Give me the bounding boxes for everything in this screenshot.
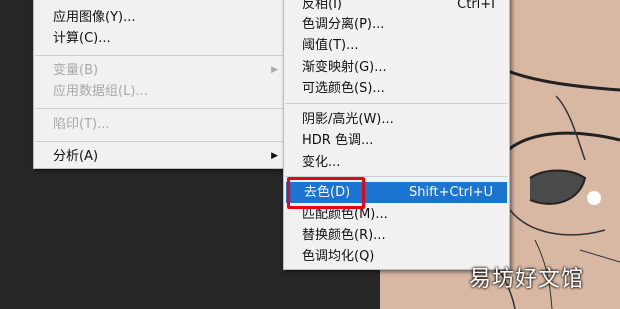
menu-item-shortcut: Shift+Ctrl+U: [409, 185, 493, 200]
menu-item-label: 计算(C)...: [53, 31, 111, 46]
menu-item-invert[interactable]: 反相(I) Ctrl+I: [284, 0, 509, 15]
menu-item-label: 渐变映射(G)...: [302, 60, 387, 75]
menu-item-label: 应用图像(Y)...: [53, 10, 136, 25]
submenu-arrow-icon: ▶: [271, 65, 278, 75]
menu-item-label: 色调均化(Q): [302, 249, 375, 264]
menu-item-label: 变化...: [302, 155, 341, 170]
menu-item-threshold[interactable]: 阈值(T)...: [284, 35, 509, 56]
menu-separator: [35, 141, 283, 142]
annotation-highlight-box: [287, 177, 365, 209]
submenu-arrow-icon: ▶: [271, 151, 278, 161]
menu-item-selective-color[interactable]: 可选颜色(S)...: [284, 78, 509, 99]
menu-item-label: 可选颜色(S)...: [302, 81, 385, 96]
menu-item-posterize[interactable]: 色调分离(P)...: [284, 14, 509, 35]
menu-item-label: 应用数据组(L)...: [53, 84, 148, 99]
menu-item-variations[interactable]: 变化...: [284, 152, 509, 173]
menu-separator: [35, 55, 283, 56]
watermark: 易坊好文馆: [469, 267, 585, 292]
menu-item-apply-image[interactable]: 应用图像(Y)...: [34, 7, 284, 28]
menu-item-label: 替换颜色(R)...: [302, 228, 386, 243]
menu-item-hdr-toning[interactable]: HDR 色调...: [284, 130, 509, 151]
menu-item-replace-color[interactable]: 替换颜色(R)...: [284, 225, 509, 246]
menu-item-shortcut: Ctrl+I: [457, 0, 495, 12]
menu-item-label: 反相(I): [302, 0, 342, 12]
adjustments-submenu: 反相(I) Ctrl+I 色调分离(P)... 阈值(T)... 渐变映射(G).…: [283, 0, 510, 270]
menu-item-shadows-highlights[interactable]: 阴影/高光(W)...: [284, 109, 509, 130]
menu-item-label: HDR 色调...: [302, 133, 374, 148]
menu-separator: [35, 108, 283, 109]
menu-item-label: 阴影/高光(W)...: [302, 112, 394, 127]
menu-item-gradient-map[interactable]: 渐变映射(G)...: [284, 57, 509, 78]
menu-item-label: 陷印(T)...: [53, 117, 110, 132]
menu-item-apply-data-set[interactable]: 应用数据组(L)...: [34, 81, 284, 102]
menu-item-label: 阈值(T)...: [302, 38, 359, 53]
menu-item-label: 色调分离(P)...: [302, 17, 385, 32]
menu-item-calculations[interactable]: 计算(C)...: [34, 28, 284, 49]
adjustments-parent-menu: 应用图像(Y)... 计算(C)... 变量(B) ▶ 应用数据组(L)... 陷…: [33, 0, 285, 169]
menu-item-label: 分析(A): [53, 149, 99, 164]
menu-item-trap[interactable]: 陷印(T)...: [34, 114, 284, 135]
menu-item-label: 变量(B): [53, 63, 99, 78]
menu-item-analysis[interactable]: 分析(A) ▶: [34, 146, 284, 167]
menu-item-variables[interactable]: 变量(B) ▶: [34, 60, 284, 81]
menu-separator: [285, 103, 508, 104]
